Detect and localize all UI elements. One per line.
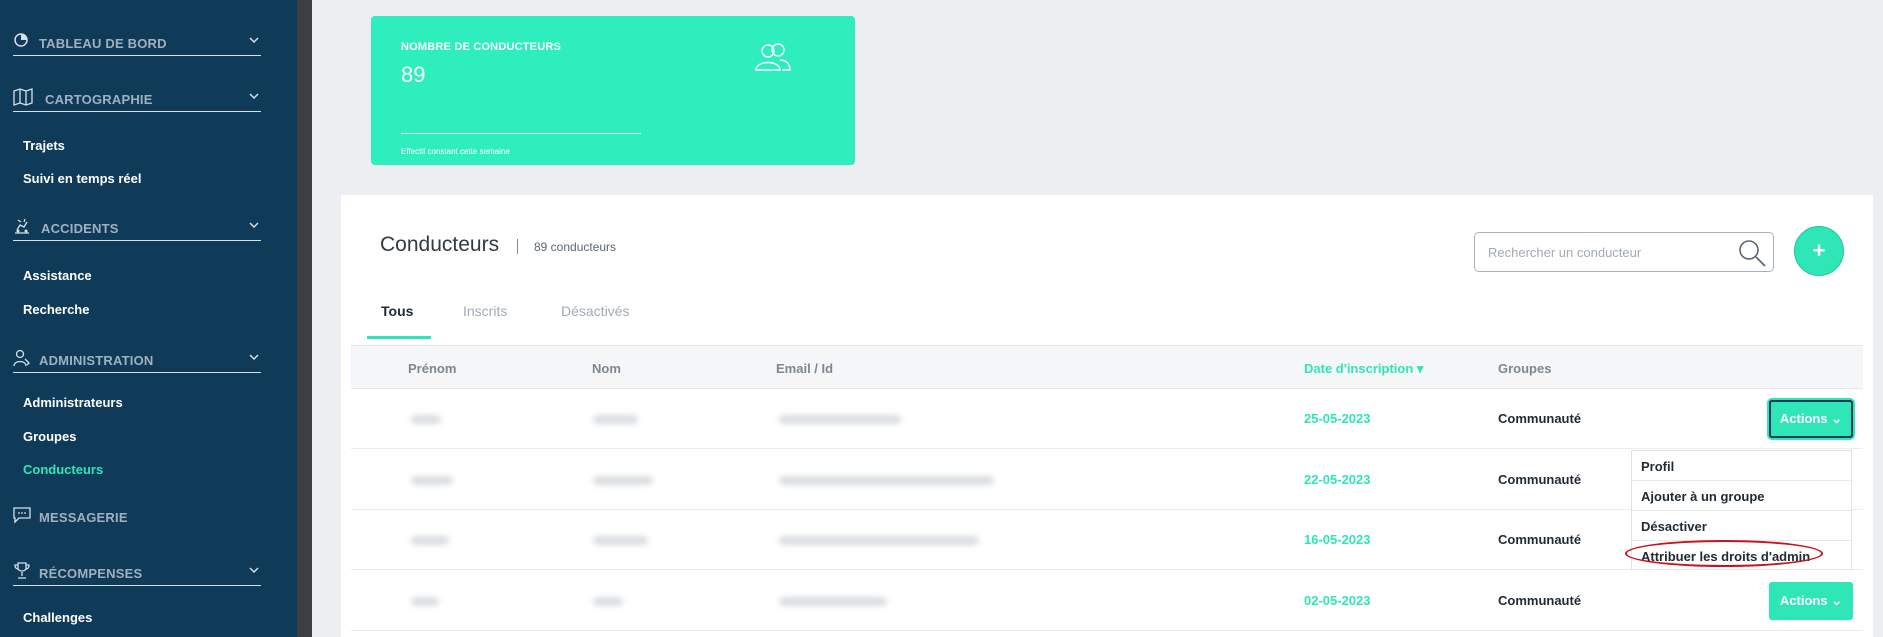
stat-title: NOMBRE DE CONDUCTEURS (401, 41, 562, 53)
stat-divider (401, 133, 641, 134)
chevron-down-icon (249, 37, 259, 44)
sidebar-section-dashboard[interactable]: TABLEAU DE BORD (13, 32, 261, 56)
driver-count-card: NOMBRE DE CONDUCTEURS 89 Effectif consta… (371, 16, 855, 165)
sidebar-item-admins[interactable]: Administrateurs (23, 395, 123, 410)
sidebar-item-search[interactable]: Recherche (23, 302, 89, 317)
sidebar-section-label: MESSAGERIE (39, 510, 128, 525)
chevron-down-icon (249, 222, 259, 229)
tab-all[interactable]: Tous (381, 303, 413, 319)
group-name: Communauté (1498, 472, 1582, 487)
tabs: Tous Inscrits Désactivés (341, 283, 1873, 341)
menu-item-deactivate[interactable]: Désactiver (1632, 511, 1853, 541)
menu-item-label: Ajouter à un groupe (1641, 489, 1765, 504)
registration-date: 16-05-2023 (1304, 532, 1371, 547)
sidebar-section-messaging[interactable]: MESSAGERIE (13, 506, 261, 530)
map-icon (13, 88, 33, 106)
sidebar-item-trips[interactable]: Trajets (23, 138, 65, 153)
sidebar-section-label: ADMINISTRATION (39, 353, 154, 368)
title-separator (517, 239, 518, 254)
column-email[interactable]: Email / Id (776, 361, 833, 376)
menu-item-label: Profil (1641, 459, 1675, 474)
blurred-first-name (411, 536, 449, 545)
sidebar-section-rewards[interactable]: RÉCOMPENSES (13, 562, 261, 586)
accident-icon (15, 218, 29, 234)
menu-item-add-to-group[interactable]: Ajouter à un groupe (1632, 481, 1853, 511)
dashboard-icon (14, 33, 28, 47)
menu-item-profile[interactable]: Profil (1632, 451, 1853, 481)
table-row[interactable]: 02-05-2023 Communauté Actions ⌄ (351, 571, 1863, 631)
users-icon (755, 43, 791, 71)
group-name: Communauté (1498, 532, 1582, 547)
tab-deactivated[interactable]: Désactivés (561, 303, 629, 319)
blurred-last-name (593, 476, 653, 485)
sidebar-section-label: TABLEAU DE BORD (39, 36, 167, 51)
sidebar-section-accidents[interactable]: ACCIDENTS (13, 217, 261, 241)
group-name: Communauté (1498, 411, 1582, 426)
sidebar-item-groups[interactable]: Groupes (23, 429, 76, 444)
chevron-down-icon (249, 93, 259, 100)
table-row[interactable]: 25-05-2023 Communauté Actions ⌄ (351, 389, 1863, 449)
search-input[interactable]: Rechercher un conducteur (1474, 232, 1774, 272)
page-title: Conducteurs (380, 233, 500, 256)
admin-icon (13, 349, 30, 367)
search-placeholder: Rechercher un conducteur (1488, 245, 1642, 260)
stat-value: 89 (401, 62, 426, 87)
blurred-email (779, 597, 887, 606)
blurred-first-name (411, 597, 439, 606)
registration-date: 22-05-2023 (1304, 472, 1371, 487)
group-name: Communauté (1498, 593, 1582, 608)
column-groups[interactable]: Groupes (1498, 361, 1551, 376)
sidebar-item-drivers[interactable]: Conducteurs (23, 462, 103, 477)
stat-note: Effectif constant cette semaine (401, 147, 510, 156)
blurred-last-name (593, 597, 623, 606)
sidebar-section-mapping[interactable]: CARTOGRAPHIE (13, 88, 261, 112)
blurred-email (779, 536, 979, 545)
table-header: Prénom Nom Email / Id Date d'inscription… (351, 345, 1863, 389)
actions-button[interactable]: Actions ⌄ (1769, 400, 1853, 438)
annotation-highlight (1625, 540, 1823, 567)
blurred-last-name (593, 415, 638, 424)
trophy-icon (14, 562, 30, 579)
tab-registered[interactable]: Inscrits (463, 303, 507, 319)
column-last-name[interactable]: Nom (592, 361, 621, 376)
column-date[interactable]: Date d'inscription ▾ (1304, 361, 1423, 377)
sidebar-section-label: ACCIDENTS (41, 221, 119, 236)
sidebar-divider (297, 0, 312, 637)
add-driver-button[interactable]: + (1794, 226, 1844, 276)
column-first-name[interactable]: Prénom (408, 361, 456, 376)
driver-count: 89 conducteurs (534, 240, 617, 254)
sidebar-section-label: CARTOGRAPHIE (45, 92, 153, 107)
blurred-email (779, 415, 901, 424)
registration-date: 25-05-2023 (1304, 411, 1371, 426)
chat-icon (13, 507, 31, 524)
sidebar-section-label: RÉCOMPENSES (39, 566, 143, 581)
sidebar-item-realtime[interactable]: Suivi en temps réel (23, 171, 142, 186)
menu-item-label: Désactiver (1641, 519, 1707, 534)
blurred-email (779, 476, 994, 485)
blurred-last-name (593, 536, 648, 545)
sidebar-item-challenges[interactable]: Challenges (23, 610, 92, 625)
sidebar-item-assistance[interactable]: Assistance (23, 268, 92, 283)
blurred-first-name (411, 415, 441, 424)
actions-button[interactable]: Actions ⌄ (1769, 582, 1853, 620)
chevron-down-icon (249, 354, 259, 361)
active-tab-indicator (367, 336, 431, 339)
blurred-first-name (411, 476, 453, 485)
search-icon[interactable] (1737, 238, 1767, 268)
sidebar-section-administration[interactable]: ADMINISTRATION (13, 349, 261, 373)
registration-date: 02-05-2023 (1304, 593, 1371, 608)
chevron-down-icon (249, 567, 259, 574)
sidebar: TABLEAU DE BORD CARTOGRAPHIE Trajets Sui… (0, 0, 297, 637)
